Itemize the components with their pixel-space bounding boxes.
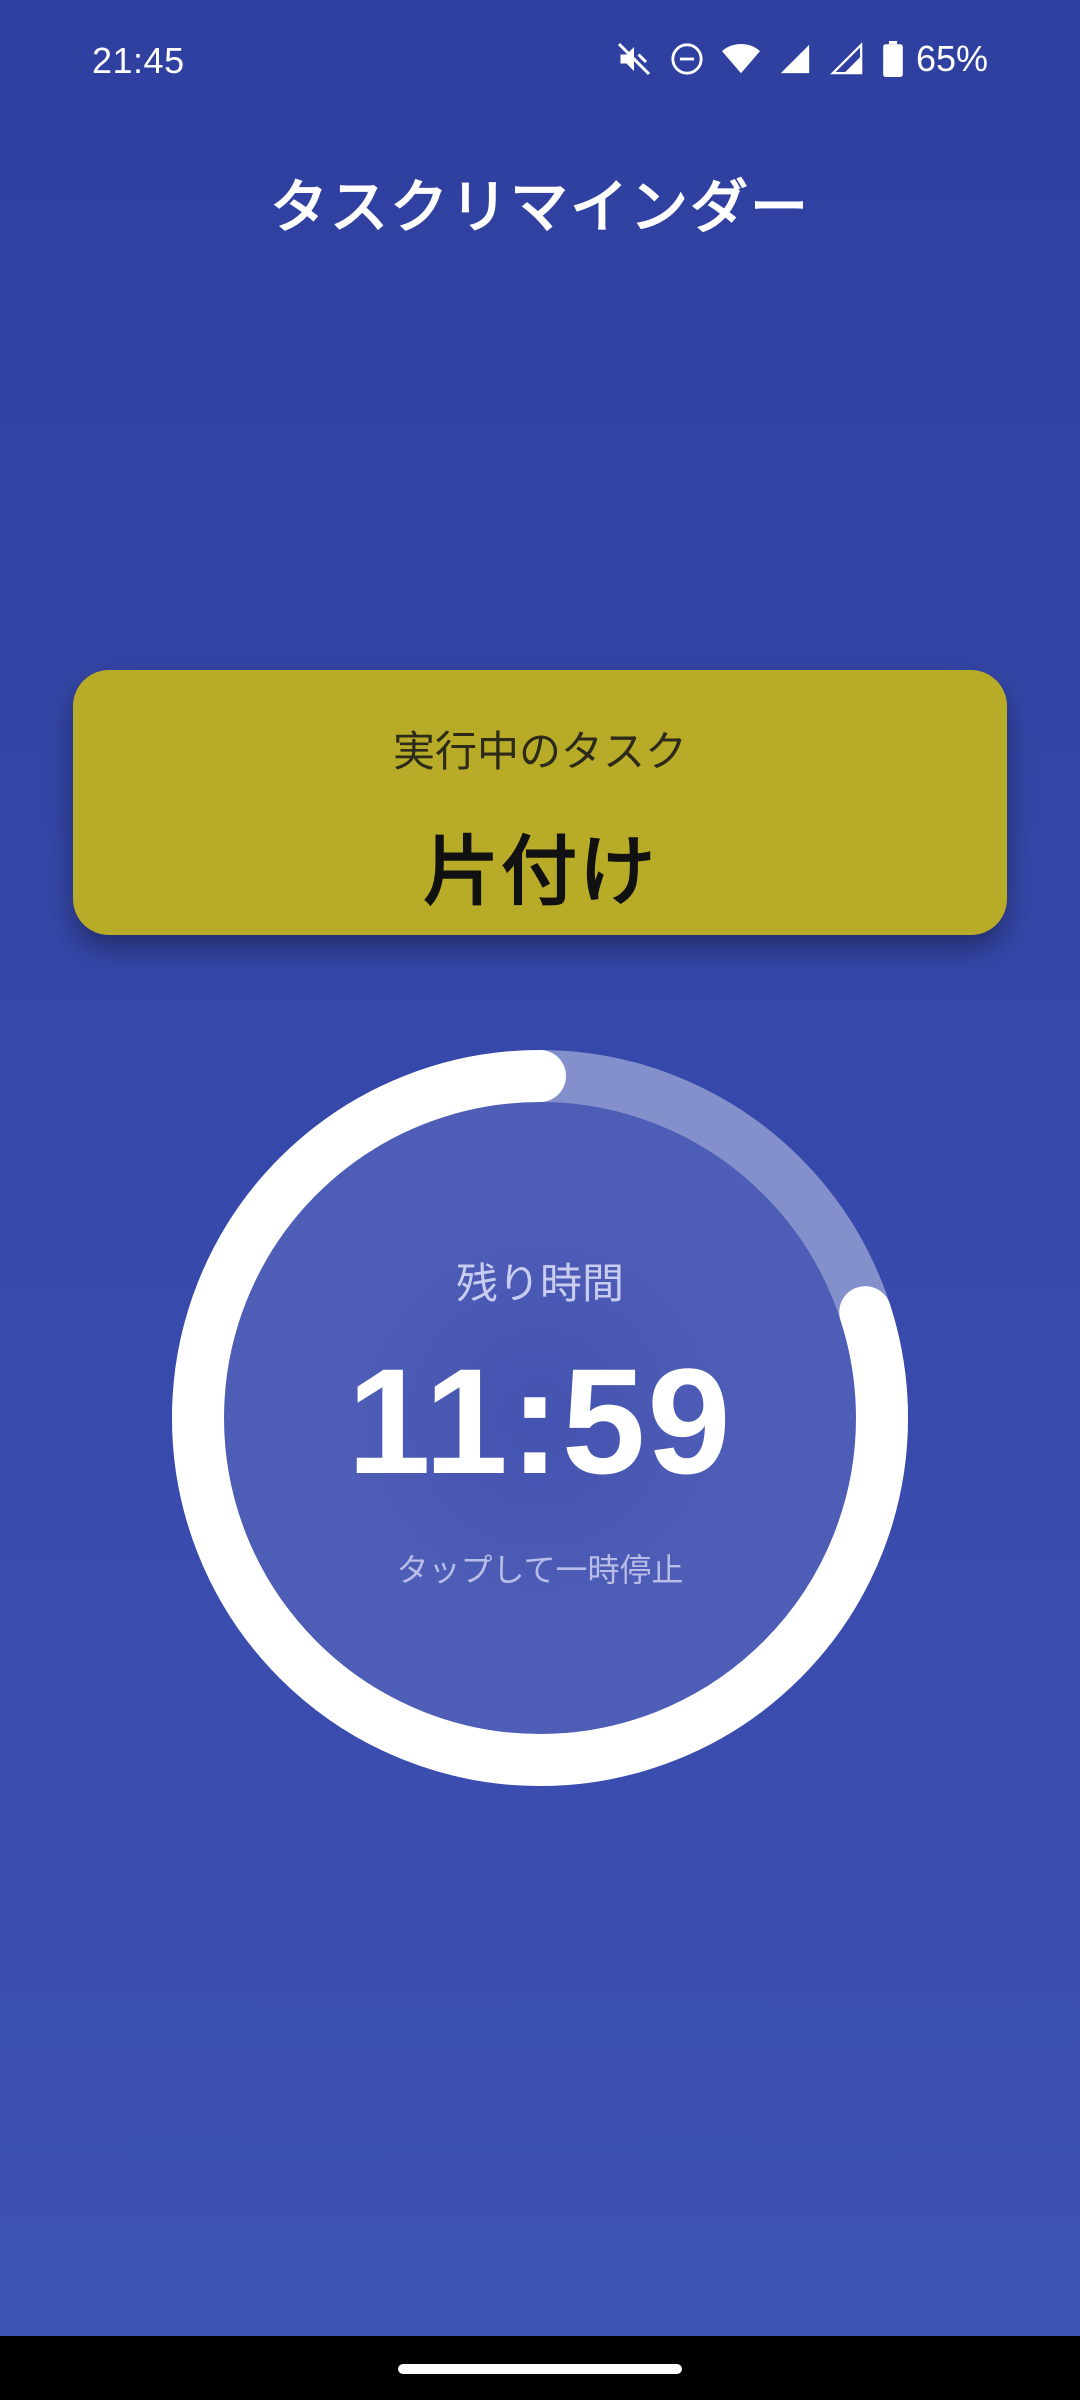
signal-icon-2 (830, 42, 864, 76)
current-task-label: 実行中のタスク (392, 727, 687, 776)
status-icons: 65% (616, 38, 988, 80)
do-not-disturb-icon (670, 42, 704, 76)
status-time: 21:45 (92, 40, 185, 81)
current-task-name: 片付け (423, 827, 657, 916)
countdown-timer[interactable]: 残り時間 11:59 タップして一時停止 (172, 1050, 908, 1786)
battery-icon (882, 41, 904, 77)
remaining-time-value: 11:59 (347, 1337, 733, 1505)
remaining-time-label: 残り時間 (455, 1259, 624, 1308)
navigation-bar (0, 2336, 1080, 2400)
app-title: タスクリマインダー (269, 173, 810, 241)
signal-icon (778, 42, 812, 76)
wifi-icon (721, 42, 760, 76)
home-gesture-handle[interactable] (398, 2364, 682, 2374)
status-bar: 21:45 65% (0, 0, 1080, 120)
tap-to-pause-hint: タップして一時停止 (396, 1551, 684, 1589)
current-task-card: 実行中のタスク 片付け (73, 670, 1007, 935)
mute-icon (616, 41, 652, 77)
battery-percent: 65% (915, 38, 988, 79)
